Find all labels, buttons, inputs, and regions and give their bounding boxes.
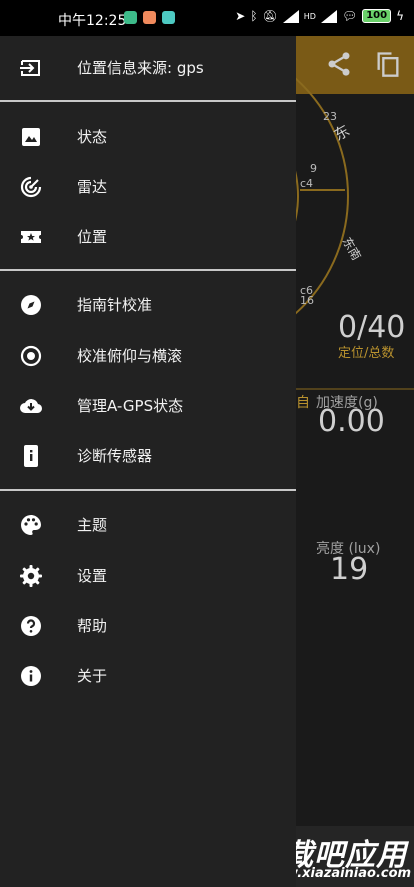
menu-item-label: 指南针校准 — [77, 296, 153, 314]
accel-scale — [296, 388, 414, 390]
satellites-caption: 定位/总数 — [338, 346, 395, 361]
menu-item-label: 关于 — [77, 667, 108, 685]
menu-item-theme[interactable]: 主题 — [0, 500, 296, 550]
charging-icon: ϟ — [396, 9, 404, 23]
palette-icon — [21, 515, 41, 535]
satellite-label: c4 — [300, 177, 314, 190]
compass-icon — [21, 295, 41, 315]
divider — [0, 489, 296, 491]
menu-item-label: 主题 — [77, 516, 108, 534]
menu-item-label: 帮助 — [77, 617, 108, 635]
menu-item-compass-calibration[interactable]: 指南针校准 — [0, 280, 296, 330]
menu-item-label: 位置信息来源: gps — [77, 59, 204, 77]
menu-item-label: 位置 — [77, 228, 108, 246]
menu-item-status[interactable]: 状态 — [0, 112, 296, 162]
accel-caption-prefix: 自 — [296, 395, 310, 411]
navigation-drawer: 位置信息来源: gps 状态 雷达 位置 指南针校准 校准俯仰与横滚 管理A-G… — [0, 36, 296, 887]
help-icon — [21, 616, 41, 636]
ticket-star-icon — [21, 231, 41, 243]
notification-app-icon — [143, 11, 156, 24]
status-bar: 中午12:25 ➤ ᛒ 🔕︎ HD 💬︎ 100 ϟ — [0, 0, 414, 36]
exit-to-app-icon — [20, 60, 40, 76]
status-icons: ➤ ᛒ 🔕︎ HD 💬︎ 100 ϟ — [235, 9, 404, 23]
menu-item-pitch-roll-calibration[interactable]: 校准俯仰与横滚 — [0, 331, 296, 381]
menu-item-position[interactable]: 位置 — [0, 212, 296, 262]
signal-icon — [282, 9, 299, 23]
mute-bell-icon: 🔕︎ — [262, 9, 278, 23]
divider — [0, 100, 296, 102]
satellite-label: 23 — [323, 110, 337, 123]
brightness-value: 19 — [330, 552, 369, 587]
notification-app-icon — [124, 11, 137, 24]
menu-item-location-source[interactable]: 位置信息来源: gps — [0, 43, 296, 93]
bluetooth-icon: ᛒ — [250, 9, 258, 23]
menu-item-label: 诊断传感器 — [77, 447, 153, 465]
chat-icon: 💬︎ — [341, 9, 358, 23]
menu-item-diagnose-sensors[interactable]: 诊断传感器 — [0, 431, 296, 481]
menu-item-label: 校准俯仰与横滚 — [77, 347, 183, 365]
signal-icon — [320, 9, 337, 23]
device-info-icon — [24, 445, 38, 467]
menu-item-label: 设置 — [77, 567, 108, 585]
location-arrow-icon: ➤ — [235, 9, 246, 23]
menu-item-agps[interactable]: 管理A-GPS状态 — [0, 381, 296, 431]
divider — [0, 269, 296, 271]
cloud-download-icon — [20, 399, 43, 414]
satellite-label: 16 — [300, 294, 314, 307]
menu-item-help[interactable]: 帮助 — [0, 601, 296, 651]
menu-item-label: 状态 — [77, 128, 108, 146]
menu-item-settings[interactable]: 设置 — [0, 551, 296, 601]
gear-icon — [20, 565, 42, 587]
menu-item-label: 管理A-GPS状态 — [77, 397, 184, 415]
status-time: 中午12:25 — [58, 13, 127, 29]
battery-indicator: 100 — [362, 9, 392, 23]
menu-item-about[interactable]: 关于 — [0, 651, 296, 701]
notification-app-icon — [162, 11, 175, 24]
accel-value: 0.00 — [318, 404, 385, 439]
menu-item-radar[interactable]: 雷达 — [0, 162, 296, 212]
network-badge: HD — [303, 11, 316, 21]
menu-item-label: 雷达 — [77, 178, 108, 196]
info-icon — [21, 666, 41, 686]
image-icon — [22, 128, 40, 146]
radar-icon — [20, 176, 42, 198]
satellite-label: 9 — [310, 162, 317, 175]
target-icon — [20, 345, 42, 367]
satellites-value: 0/40 — [338, 310, 406, 345]
